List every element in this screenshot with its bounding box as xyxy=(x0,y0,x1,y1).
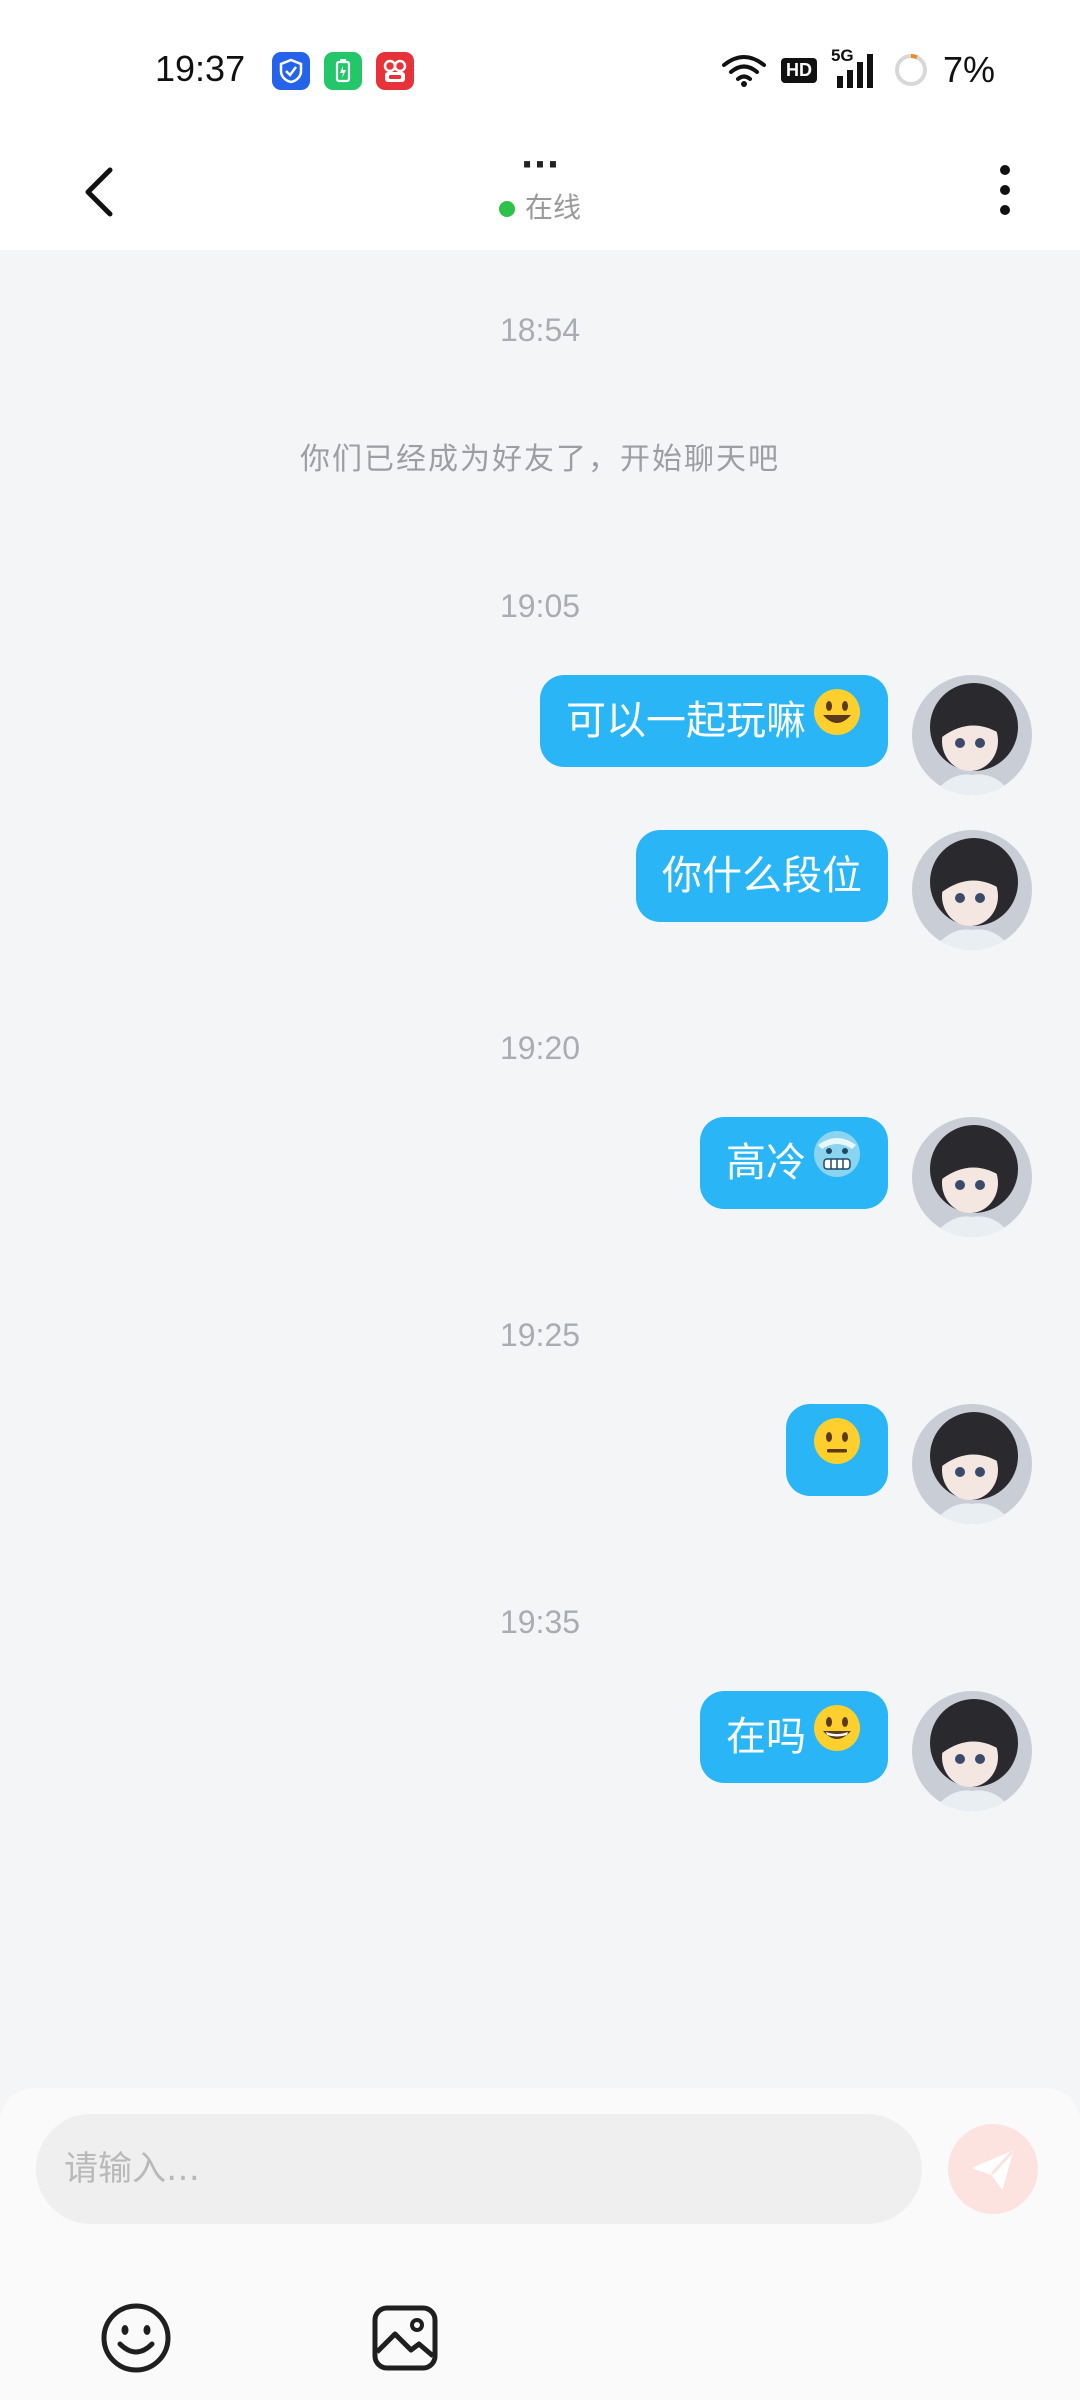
wifi-icon xyxy=(721,55,766,87)
send-button[interactable] xyxy=(948,2124,1038,2214)
avatar[interactable] xyxy=(912,1117,1032,1237)
image-icon xyxy=(372,2305,438,2371)
send-icon xyxy=(973,2150,1014,2189)
neutral-face-emoji xyxy=(812,1407,862,1499)
timestamp: 18:54 xyxy=(499,312,581,348)
timestamp: 19:05 xyxy=(499,588,581,624)
timestamp: 19:25 xyxy=(499,1317,581,1353)
more-vertical-icon xyxy=(1000,165,1010,215)
battery-percent: 7% xyxy=(942,49,995,90)
timestamp: 19:20 xyxy=(499,1030,581,1066)
avatar[interactable] xyxy=(912,830,1032,950)
message-text: 在吗 xyxy=(726,1714,806,1760)
message-text: 可以一起玩嘛 xyxy=(566,698,806,744)
image-button[interactable] xyxy=(367,2300,443,2376)
battery-ring-icon xyxy=(894,54,927,86)
status-time: 19:37 xyxy=(155,48,246,89)
shield-app-icon xyxy=(272,52,310,90)
message-row xyxy=(0,1404,1080,1524)
chat-title: ··· xyxy=(520,145,560,185)
network-type: 5G xyxy=(830,46,854,65)
input-panel xyxy=(0,2088,1080,2400)
message-input[interactable] xyxy=(36,2114,922,2224)
online-status-label: 在线 xyxy=(524,191,581,224)
system-message: 你们已经成为好友了，开始聊天吧 xyxy=(300,442,780,477)
grinning-face-emoji xyxy=(812,1694,862,1786)
message-text: 你什么段位 xyxy=(662,853,862,899)
cold-face-emoji xyxy=(812,1120,862,1212)
message-bubble[interactable]: 在吗 xyxy=(700,1691,888,1783)
status-right-group: HD 5G 7% xyxy=(721,46,995,92)
chat-header: ··· 在线 xyxy=(0,140,1080,250)
message-text: 高冷 xyxy=(726,1140,806,1186)
online-dot xyxy=(498,201,515,217)
timestamp: 19:35 xyxy=(499,1604,581,1640)
chat-area[interactable]: 18:54 你们已经成为好友了，开始聊天吧 19:05 可以一起玩嘛 你什么段位… xyxy=(0,250,1080,2088)
avatar[interactable] xyxy=(912,1404,1032,1524)
video-app-icon xyxy=(376,52,414,90)
smiley-face-emoji xyxy=(812,678,862,770)
avatar[interactable] xyxy=(912,675,1032,795)
online-status: 在线 xyxy=(0,186,1080,226)
message-bubble[interactable]: 你什么段位 xyxy=(636,830,888,922)
message-row: 在吗 xyxy=(0,1691,1080,1811)
message-bubble[interactable] xyxy=(786,1404,888,1496)
message-row: 你什么段位 xyxy=(0,830,1080,950)
emoji-icon xyxy=(101,2303,171,2373)
hd-badge: HD xyxy=(780,57,817,83)
status-bar: 19:37 HD 5G 7% xyxy=(0,0,1080,140)
avatar[interactable] xyxy=(912,1691,1032,1811)
emoji-button[interactable] xyxy=(98,2300,174,2376)
message-row: 高冷 xyxy=(0,1117,1080,1237)
more-options-button[interactable] xyxy=(990,152,1020,232)
battery-saver-app-icon xyxy=(324,52,362,90)
message-bubble[interactable]: 可以一起玩嘛 xyxy=(540,675,888,767)
message-row: 可以一起玩嘛 xyxy=(0,675,1080,795)
signal-icon: 5G xyxy=(831,46,879,90)
message-bubble[interactable]: 高冷 xyxy=(700,1117,888,1209)
